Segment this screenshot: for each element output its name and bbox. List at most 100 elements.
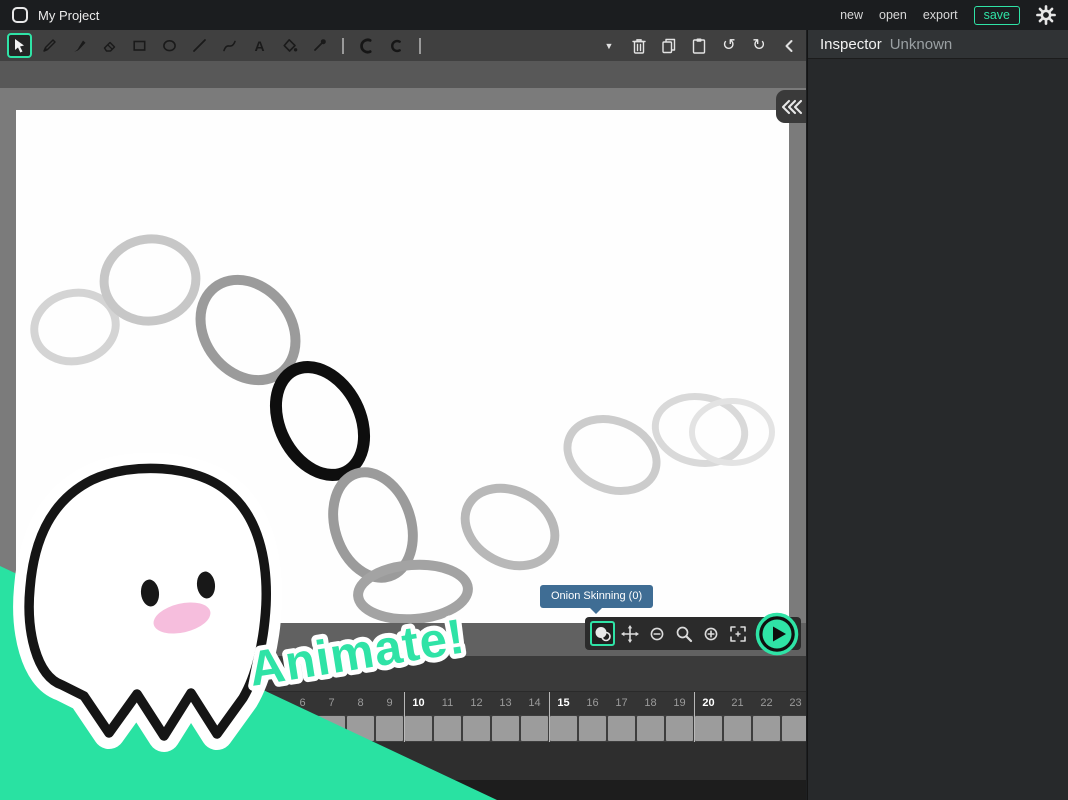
timeline-frame-cell[interactable] xyxy=(289,716,316,741)
timeline-frame-cell[interactable] xyxy=(550,716,577,741)
timeline-frame-number[interactable]: 11 xyxy=(433,692,462,715)
timeline-frame-cell[interactable] xyxy=(231,716,258,741)
copy-button[interactable] xyxy=(660,35,678,57)
play-button[interactable] xyxy=(755,612,799,656)
timeline-frame-number[interactable]: 18 xyxy=(636,692,665,715)
tool-eraser-button[interactable] xyxy=(97,33,122,58)
timeline-frame-number[interactable]: 20 xyxy=(694,692,723,715)
timeline-frame-number[interactable]: 5 xyxy=(259,692,288,715)
timeline-frame-cell[interactable] xyxy=(637,716,664,741)
timeline-frame-cell[interactable] xyxy=(202,716,229,741)
paste-button[interactable] xyxy=(690,35,708,57)
paste-icon xyxy=(691,37,707,54)
toolbar-right-actions: ▼ xyxy=(600,30,798,61)
timeline-frame-cell[interactable] xyxy=(724,716,751,741)
timeline-frame-number[interactable]: 13 xyxy=(491,692,520,715)
fit-to-screen-button[interactable] xyxy=(725,621,750,646)
timeline-frame-number[interactable]: 14 xyxy=(520,692,549,715)
timeline-frame-number[interactable]: 7 xyxy=(317,692,346,715)
timeline-frame-cell[interactable] xyxy=(608,716,635,741)
timeline-frame-number[interactable]: 8 xyxy=(346,692,375,715)
timeline-controls-strip xyxy=(0,656,806,692)
more-options-button[interactable]: ▼ xyxy=(600,35,618,57)
zoom-in-icon xyxy=(701,624,721,644)
inspector-body xyxy=(808,59,1068,799)
timeline-frame-number[interactable]: 17 xyxy=(607,692,636,715)
timeline-frame-cell[interactable] xyxy=(144,716,171,741)
open-button[interactable]: open xyxy=(879,8,907,22)
timeline-frame-cell[interactable] xyxy=(173,716,200,741)
timeline-footer xyxy=(0,780,806,800)
eraser-icon xyxy=(101,37,118,54)
timeline-frame-cell[interactable] xyxy=(695,716,722,741)
onion-skinning-toggle[interactable] xyxy=(590,621,615,646)
tool-ellipse-button[interactable] xyxy=(157,33,182,58)
timeline-frame-cell[interactable] xyxy=(521,716,548,741)
tool-rectangle-button[interactable] xyxy=(127,33,152,58)
zoom-out-button[interactable] xyxy=(644,621,669,646)
timeline-frame-number[interactable]: 3 xyxy=(201,692,230,715)
pencil-icon xyxy=(41,37,58,54)
tool-fill-button[interactable] xyxy=(277,33,302,58)
zoom-out-icon xyxy=(647,624,667,644)
new-button[interactable]: new xyxy=(840,8,863,22)
tool-path-button[interactable] xyxy=(217,33,242,58)
tool-select-button[interactable] xyxy=(7,33,32,58)
timeline-frame-cell[interactable] xyxy=(347,716,374,741)
timeline-frame-cell[interactable] xyxy=(405,716,432,741)
brush-size-small-button[interactable] xyxy=(384,33,409,58)
settings-button[interactable] xyxy=(1036,5,1056,25)
timeline-frame-number[interactable]: 12 xyxy=(462,692,491,715)
timeline-frame-number[interactable]: 21 xyxy=(723,692,752,715)
timeline-frame-number[interactable]: 9 xyxy=(375,692,404,715)
timeline-frame-number[interactable]: 19 xyxy=(665,692,694,715)
export-button[interactable]: export xyxy=(923,8,958,22)
tool-line-button[interactable] xyxy=(187,33,212,58)
timeline-frame-number[interactable]: 16 xyxy=(578,692,607,715)
timeline-frame-cell[interactable] xyxy=(753,716,780,741)
tool-text-button[interactable]: A xyxy=(247,33,272,58)
toolbar-separator xyxy=(419,38,421,54)
timeline-frame-number[interactable]: 1 xyxy=(143,692,172,715)
zoom-tool-button[interactable] xyxy=(671,621,696,646)
timeline-frame-numbers[interactable]: 1234567891011121314151617181920212223 xyxy=(0,692,806,715)
onion-skinning-tooltip: Onion Skinning (0) xyxy=(540,585,653,608)
onion-skin-icon xyxy=(593,624,613,644)
tool-brush-button[interactable] xyxy=(67,33,92,58)
timeline-frame-cell[interactable] xyxy=(376,716,403,741)
save-button[interactable]: save xyxy=(974,6,1020,25)
animation-editor-app: My Project new open export save xyxy=(0,0,1068,800)
timeline-frame-number[interactable]: 22 xyxy=(752,692,781,715)
timeline-frames-track[interactable] xyxy=(0,715,806,742)
timeline-frame-number[interactable]: 2 xyxy=(172,692,201,715)
inspector-collapse-button[interactable] xyxy=(780,35,798,57)
pan-tool-button[interactable] xyxy=(617,621,642,646)
timeline-frame-number[interactable]: 6 xyxy=(288,692,317,715)
tool-eyedropper-button[interactable] xyxy=(307,33,332,58)
timeline-frame-cell[interactable] xyxy=(492,716,519,741)
zoom-in-button[interactable] xyxy=(698,621,723,646)
timeline-frame-cell[interactable] xyxy=(434,716,461,741)
onion-skin-ellipse xyxy=(557,406,668,504)
timeline-frame-number[interactable]: 15 xyxy=(549,692,578,715)
undo-button[interactable]: ↺ xyxy=(720,35,738,57)
canvas-panel-collapse-button[interactable] xyxy=(776,90,806,123)
tool-pencil-button[interactable] xyxy=(37,33,62,58)
timeline-frame-number[interactable]: 23 xyxy=(781,692,806,715)
timeline-frame-number[interactable]: 10 xyxy=(404,692,433,715)
brush-size-large-button[interactable] xyxy=(354,33,379,58)
delete-button[interactable] xyxy=(630,35,648,57)
timeline-frame-cell[interactable] xyxy=(318,716,345,741)
timeline-frame-cell[interactable] xyxy=(579,716,606,741)
trash-icon xyxy=(631,37,647,55)
onion-skin-ellipse xyxy=(181,261,315,399)
timeline-frame-number[interactable]: 4 xyxy=(230,692,259,715)
timeline-frame-cell[interactable] xyxy=(782,716,806,741)
toolbar: A ▼ xyxy=(0,30,806,61)
inspector-header: Inspector Unknown xyxy=(808,30,1068,59)
timeline-frame-cell[interactable] xyxy=(463,716,490,741)
timeline-frame-cell[interactable] xyxy=(666,716,693,741)
redo-button[interactable]: ↻ xyxy=(750,35,768,57)
caret-down-icon: ▼ xyxy=(605,41,614,51)
timeline-frame-cell[interactable] xyxy=(260,716,287,741)
